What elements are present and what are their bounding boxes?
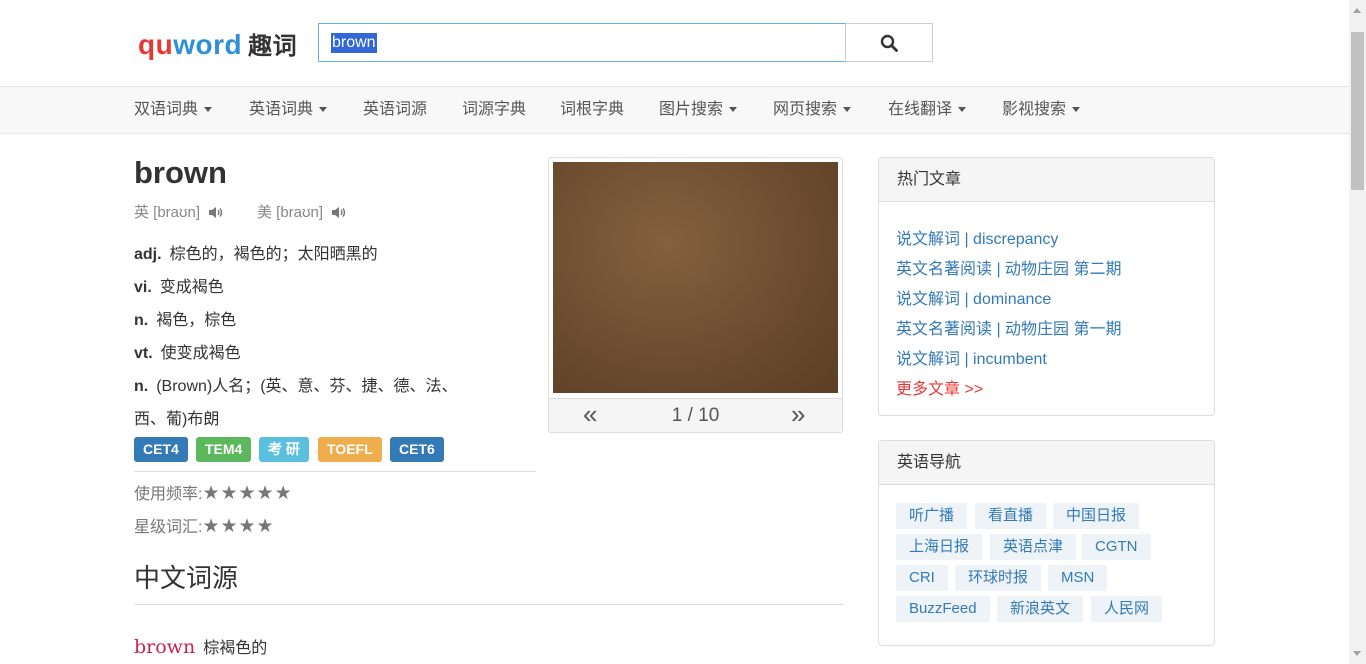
nav-link-cri[interactable]: CRI: [896, 565, 948, 591]
article-link[interactable]: 说文解词 | dominance: [896, 285, 1051, 309]
panel-heading: 英语导航: [879, 441, 1214, 485]
english-nav-panel: 英语导航 听广播 看直播 中国日报 上海日报 英语点津 CGTN CRI 环球时…: [878, 440, 1215, 646]
nav-link-language-tips[interactable]: 英语点津: [990, 534, 1077, 560]
frequency-stars: ★★★★★: [202, 483, 293, 504]
search-input[interactable]: brown: [318, 23, 846, 62]
definition-row: n. 褐色，棕色: [134, 312, 237, 329]
section-title-etymology: 中文词源: [134, 564, 239, 594]
article-link[interactable]: 说文解词 | discrepancy: [896, 225, 1058, 249]
caret-down-icon: [729, 107, 738, 113]
nav-web-search[interactable]: 网页搜索: [773, 87, 852, 133]
usage-frequency: 使用频率:★★★★★: [134, 483, 293, 504]
nav-english-dict[interactable]: 英语词典: [249, 87, 328, 133]
article-link[interactable]: 英文名著阅读 | 动物庄园 第一期: [896, 315, 1122, 339]
tag-kaoyan: 考 研: [259, 437, 309, 462]
nav-root-dict[interactable]: 词根字典: [560, 87, 624, 133]
word-image[interactable]: [553, 162, 838, 393]
nav-bilingual-dict[interactable]: 双语词典: [134, 87, 213, 133]
nav-link-buzzfeed[interactable]: BuzzFeed: [896, 596, 990, 622]
divider: [134, 471, 536, 472]
definition-row: vt. 使变成褐色: [134, 345, 241, 362]
more-articles-link[interactable]: 更多文章 >>: [896, 375, 983, 399]
pron-uk: 英 [braʊn]: [134, 201, 224, 222]
scroll-up-icon[interactable]: [1353, 8, 1361, 13]
search-icon: [880, 34, 898, 52]
nav-video-search[interactable]: 影视搜索: [1002, 87, 1081, 133]
header: quword 趣词 brown: [0, 0, 1349, 86]
speaker-icon[interactable]: [331, 206, 347, 219]
tag-toefl: TOEFL: [318, 437, 382, 462]
caret-down-icon: [1072, 107, 1081, 113]
definition-row: vi. 变成褐色: [134, 279, 224, 296]
nav-link-chinadaily[interactable]: 中国日报: [1053, 503, 1140, 529]
tag-cet6: CET6: [390, 437, 444, 462]
definition-row: adj. 棕色的，褐色的；太阳晒黑的: [134, 246, 378, 263]
nav-link-cgtn[interactable]: CGTN: [1082, 534, 1151, 560]
nav-link-sina-english[interactable]: 新浪英文: [997, 596, 1084, 622]
divider: [134, 604, 843, 605]
tag-cet4: CET4: [134, 437, 188, 462]
nav-english-etymology[interactable]: 英语词源: [363, 87, 427, 133]
search-button[interactable]: [845, 23, 933, 62]
caret-down-icon: [204, 107, 213, 113]
word-title: brown: [134, 155, 227, 190]
tag-tem4: TEM4: [196, 437, 252, 462]
panel-heading: 热门文章: [879, 158, 1214, 202]
search-input-value: brown: [331, 32, 377, 53]
site-logo[interactable]: quword 趣词: [138, 26, 297, 61]
nav-online-translate[interactable]: 在线翻译: [888, 87, 967, 133]
speaker-icon[interactable]: [208, 206, 224, 219]
image-carousel: « 1 / 10 »: [548, 157, 843, 433]
carousel-pager: « 1 / 10 »: [549, 398, 842, 432]
nav-link-shanghaidaily[interactable]: 上海日报: [896, 534, 983, 560]
nav-etymology-dict[interactable]: 词源字典: [462, 87, 526, 133]
nav-link-peoples-daily[interactable]: 人民网: [1091, 596, 1163, 622]
caret-down-icon: [319, 107, 328, 113]
nav-image-search[interactable]: 图片搜索: [659, 87, 738, 133]
definition-row-cont: 西、葡)布朗: [134, 411, 220, 428]
caret-down-icon: [958, 107, 967, 113]
scrollbar-thumb[interactable]: [1351, 32, 1364, 190]
definition-row: n. (Brown)人名；(英、意、芬、捷、德、法、: [134, 378, 458, 395]
word-level: 星级词汇:★★★★: [134, 516, 275, 537]
article-link[interactable]: 说文解词 | incumbent: [896, 345, 1047, 369]
carousel-next-button[interactable]: »: [791, 399, 805, 429]
main-nav: 双语词典 英语词典 英语词源 词源字典 词根字典 图片搜索 网页搜索 在线翻译 …: [0, 86, 1349, 134]
scroll-down-icon[interactable]: [1353, 651, 1361, 656]
caret-down-icon: [843, 107, 852, 113]
etymology-entry: brown 棕褐色的: [134, 636, 268, 658]
hot-articles-panel: 热门文章 说文解词 | discrepancy 英文名著阅读 | 动物庄园 第二…: [878, 157, 1215, 416]
nav-link-msn[interactable]: MSN: [1048, 565, 1108, 591]
page-scrollbar[interactable]: [1349, 0, 1366, 664]
nav-link-globaltimes[interactable]: 环球时报: [955, 565, 1042, 591]
nav-link-radio[interactable]: 听广播: [896, 503, 968, 529]
nav-link-live[interactable]: 看直播: [975, 503, 1047, 529]
level-stars: ★★★★: [202, 516, 275, 537]
pron-us: 美 [braʊn]: [257, 201, 347, 222]
article-link[interactable]: 英文名著阅读 | 动物庄园 第二期: [896, 255, 1122, 279]
